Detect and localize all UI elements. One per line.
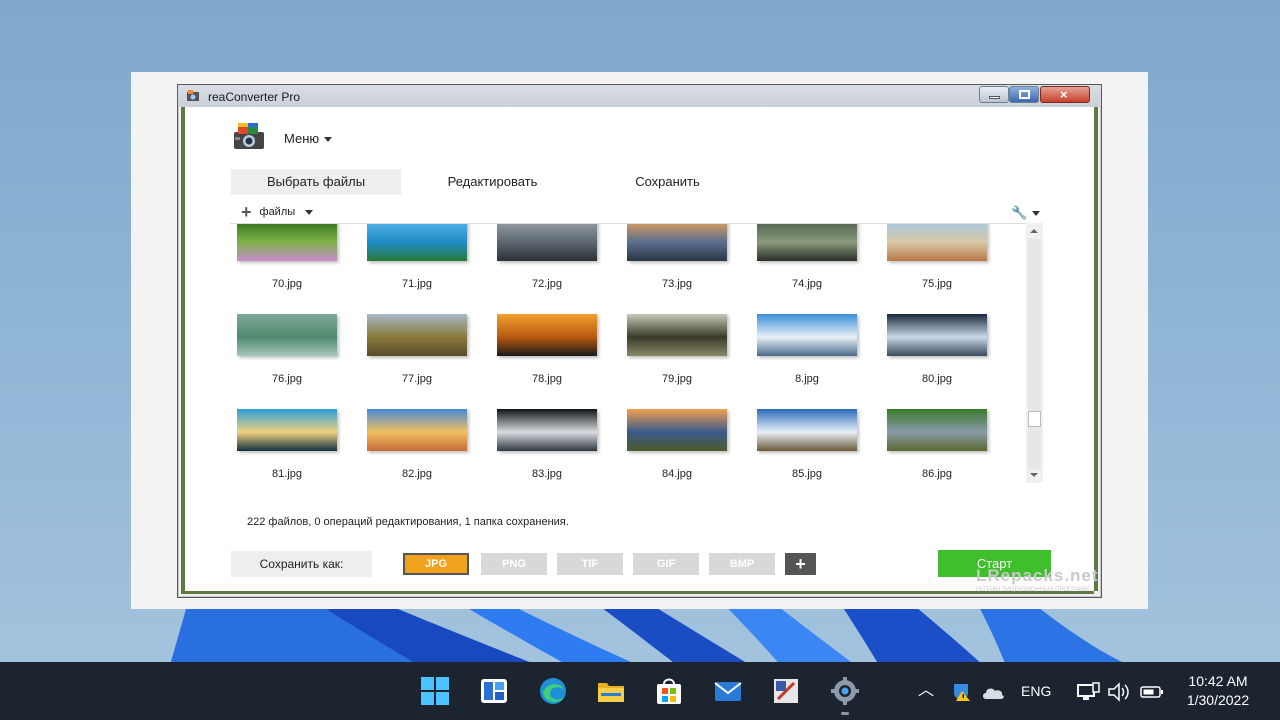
vertical-scrollbar[interactable] bbox=[1026, 223, 1043, 483]
wrench-icon: 🔧 bbox=[1011, 205, 1028, 220]
file-name: 79.jpg bbox=[662, 373, 692, 385]
file-explorer-icon[interactable] bbox=[595, 675, 627, 707]
window-title: reaConverter Pro bbox=[208, 90, 301, 104]
menu-label: Меню bbox=[284, 131, 320, 146]
network-icon[interactable] bbox=[1076, 682, 1100, 702]
file-name: 73.jpg bbox=[662, 278, 692, 290]
file-thumbnail[interactable] bbox=[757, 314, 857, 356]
file-name: 83.jpg bbox=[532, 468, 562, 480]
maximize-button[interactable] bbox=[1009, 86, 1039, 103]
file-thumbnail[interactable] bbox=[627, 314, 727, 356]
active-app-indicator bbox=[841, 712, 849, 715]
add-format-button[interactable]: + bbox=[785, 553, 816, 575]
scroll-up-icon[interactable] bbox=[1030, 229, 1038, 233]
chevron-down-icon bbox=[324, 137, 333, 143]
file-name: 80.jpg bbox=[922, 373, 952, 385]
format-png-button[interactable]: PNG bbox=[481, 553, 547, 575]
system-clock[interactable]: 10:42 AM 1/30/2022 bbox=[1178, 672, 1258, 710]
add-files-button[interactable]: + файлы bbox=[241, 202, 314, 222]
reaconverter-logo bbox=[234, 123, 264, 149]
tab-save[interactable]: Сохранить bbox=[615, 169, 720, 195]
file-thumbnail[interactable] bbox=[367, 314, 467, 356]
client-area: Меню Выбрать файлы Редактировать Сохрани… bbox=[185, 107, 1094, 591]
add-files-label: файлы bbox=[259, 206, 296, 218]
chevron-down-icon bbox=[1032, 211, 1041, 217]
file-thumbnail[interactable] bbox=[757, 409, 857, 451]
file-thumbnail[interactable] bbox=[367, 409, 467, 451]
file-name: 85.jpg bbox=[792, 468, 822, 480]
file-grid: 70.jpg 71.jpg 72.jpg 73.jpg 74.jpg 75.jpg 76.j… bbox=[230, 223, 1026, 483]
minimize-button[interactable] bbox=[979, 86, 1009, 103]
tab-edit[interactable]: Редактировать bbox=[430, 169, 555, 195]
file-thumbnail[interactable] bbox=[887, 224, 987, 261]
chevron-down-icon bbox=[305, 209, 314, 215]
watermark-text: LRepacks.net bbox=[976, 566, 1099, 585]
file-name: 81.jpg bbox=[272, 468, 302, 480]
file-name: 71.jpg bbox=[402, 278, 432, 290]
menu-dropdown[interactable]: Меню bbox=[284, 131, 333, 146]
tab-select-files[interactable]: Выбрать файлы bbox=[231, 169, 401, 195]
file-name: 86.jpg bbox=[922, 468, 952, 480]
file-name: 75.jpg bbox=[922, 278, 952, 290]
file-thumbnail[interactable] bbox=[237, 409, 337, 451]
edge-icon[interactable] bbox=[537, 675, 569, 707]
file-thumbnail[interactable] bbox=[887, 314, 987, 356]
plus-icon: + bbox=[795, 554, 806, 574]
format-jpg-button[interactable]: JPG bbox=[403, 553, 469, 575]
app-shortcut-icon[interactable] bbox=[770, 675, 802, 707]
file-name: 74.jpg bbox=[792, 278, 822, 290]
plus-icon: + bbox=[241, 202, 252, 222]
file-name: 70.jpg bbox=[272, 278, 302, 290]
language-indicator[interactable]: ENG bbox=[1021, 662, 1051, 720]
store-icon[interactable] bbox=[653, 675, 685, 707]
battery-icon[interactable] bbox=[1140, 684, 1164, 700]
widgets-icon[interactable] bbox=[478, 675, 510, 707]
mail-icon[interactable] bbox=[712, 675, 744, 707]
app-window: reaConverter Pro × Меню Выбрать файлы Ре… bbox=[177, 84, 1102, 598]
format-gif-button[interactable]: GIF bbox=[633, 553, 699, 575]
file-name: 8.jpg bbox=[795, 373, 819, 385]
file-thumbnail[interactable] bbox=[627, 224, 727, 261]
volume-icon[interactable] bbox=[1107, 682, 1129, 702]
file-name: 76.jpg bbox=[272, 373, 302, 385]
file-name: 78.jpg bbox=[532, 373, 562, 385]
scroll-thumb[interactable] bbox=[1028, 411, 1041, 427]
file-thumbnail[interactable] bbox=[497, 409, 597, 451]
file-thumbnail[interactable] bbox=[237, 314, 337, 356]
file-name: 84.jpg bbox=[662, 468, 692, 480]
cloud-icon[interactable] bbox=[981, 684, 1005, 700]
taskbar: ︿ ENG 10:42 AM 1/30/2022 bbox=[0, 662, 1280, 720]
file-name: 72.jpg bbox=[532, 278, 562, 290]
settings-gear-icon[interactable] bbox=[829, 675, 861, 707]
security-warning-icon[interactable] bbox=[950, 681, 972, 703]
format-bmp-button[interactable]: BMP bbox=[709, 553, 775, 575]
save-as-label: Сохранить как: bbox=[231, 551, 372, 577]
format-tif-button[interactable]: TIF bbox=[557, 553, 623, 575]
file-thumbnail[interactable] bbox=[367, 224, 467, 261]
watermark-subtext: РЕПАКИ ЛИЦЕНЗИОННЫХ ПРОГРАММ bbox=[976, 587, 1089, 593]
windows-start-icon[interactable] bbox=[419, 675, 451, 707]
file-thumbnail[interactable] bbox=[237, 224, 337, 261]
clock-date: 1/30/2022 bbox=[1186, 692, 1250, 708]
chevron-up-icon[interactable]: ︿ bbox=[918, 662, 934, 720]
file-thumbnail[interactable] bbox=[757, 224, 857, 261]
file-name: 82.jpg bbox=[402, 468, 432, 480]
file-thumbnail[interactable] bbox=[887, 409, 987, 451]
status-text: 222 файлов, 0 операций редактирования, 1… bbox=[247, 516, 569, 528]
file-thumbnail[interactable] bbox=[497, 314, 597, 356]
title-bar[interactable]: reaConverter Pro × bbox=[178, 85, 1101, 107]
close-button[interactable]: × bbox=[1040, 86, 1090, 103]
scroll-down-icon[interactable] bbox=[1030, 473, 1038, 477]
settings-dropdown[interactable]: 🔧 bbox=[1011, 205, 1041, 221]
file-thumbnail[interactable] bbox=[627, 409, 727, 451]
scroll-track[interactable] bbox=[1028, 239, 1041, 469]
app-icon bbox=[187, 90, 199, 101]
file-name: 77.jpg bbox=[402, 373, 432, 385]
frame-right bbox=[1094, 107, 1098, 591]
clock-time: 10:42 AM bbox=[1188, 673, 1248, 689]
file-thumbnail[interactable] bbox=[497, 224, 597, 261]
